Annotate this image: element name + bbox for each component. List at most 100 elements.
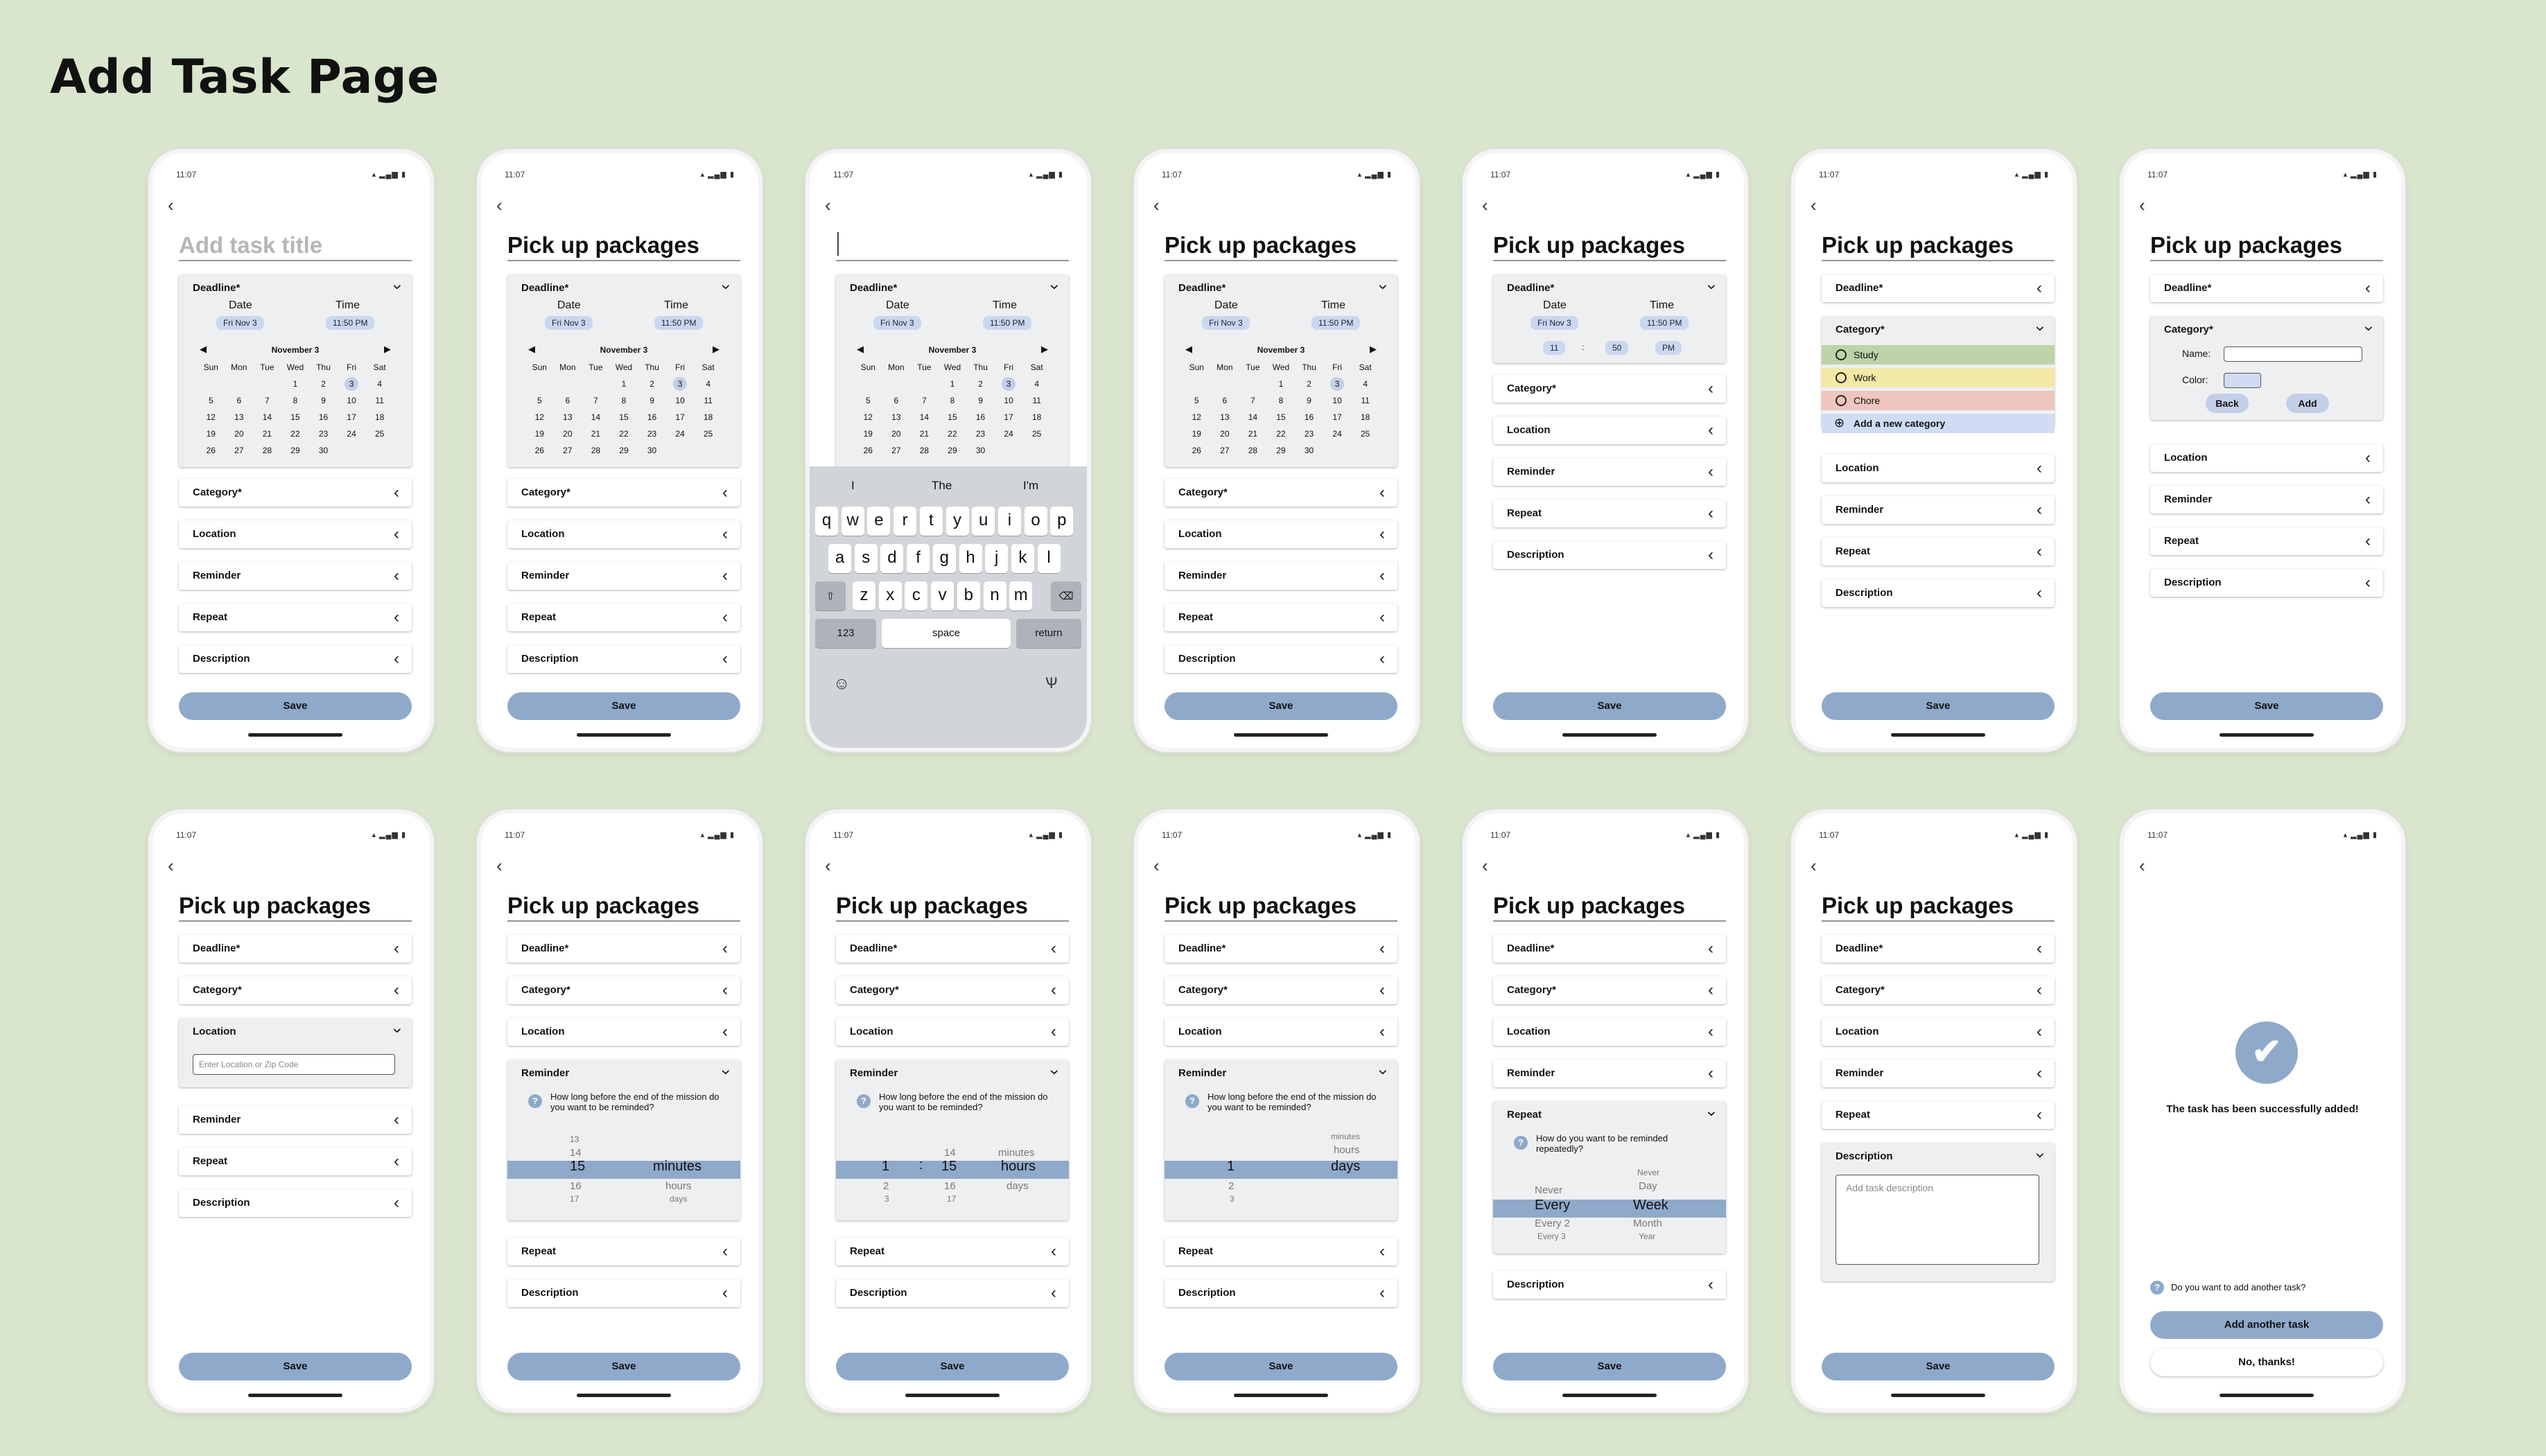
calendar-day[interactable]: 30 (309, 442, 338, 459)
picker-minute[interactable]: 15 (941, 1159, 957, 1175)
calendar-day[interactable]: 18 (694, 409, 722, 426)
key-u[interactable]: u (972, 507, 995, 536)
calendar-day[interactable]: 20 (225, 426, 254, 442)
time-pill[interactable]: 11:50 PM (654, 316, 704, 330)
calendar-day[interactable]: 24 (1323, 426, 1352, 442)
reminder-row[interactable]: Reminder ‹ (1493, 1060, 1726, 1087)
no-thanks-button[interactable]: No, thanks! (2150, 1349, 2383, 1376)
calendar-day[interactable]: 9 (1295, 392, 1323, 409)
reminder-row[interactable]: Reminder ‹ (2150, 486, 2383, 514)
category-option-chore[interactable]: Chore (1822, 391, 2055, 410)
calendar-day[interactable]: 15 (610, 409, 638, 426)
calendar-day[interactable]: 29 (281, 442, 310, 459)
calendar-day[interactable]: 27 (554, 442, 582, 459)
save-button[interactable]: Save (1822, 1353, 2055, 1380)
back-button[interactable]: ‹ (1811, 855, 1817, 877)
calendar-day[interactable]: 7 (253, 392, 281, 409)
chevron-down-icon[interactable]: ‹ (715, 1069, 735, 1075)
calendar-day[interactable]: 14 (582, 409, 610, 426)
picker-number[interactable]: 16 (570, 1180, 582, 1192)
picker-unit[interactable]: hours (1334, 1144, 1360, 1156)
picker-unit[interactable]: hours (1001, 1159, 1036, 1175)
calendar-day[interactable]: 21 (910, 426, 939, 442)
reminder-row[interactable]: Reminder ‹ (1822, 496, 2055, 524)
calendar-day[interactable]: 9 (309, 392, 338, 409)
reminder-row[interactable]: Reminder ‹ (507, 562, 740, 590)
calendar-day[interactable]: 10 (666, 392, 695, 409)
location-row[interactable]: Location ‹ (1165, 1018, 1397, 1046)
task-title[interactable]: Pick up packages (836, 890, 1069, 922)
chevron-down-icon[interactable]: ‹ (1701, 1111, 1720, 1116)
calendar-day[interactable]: 9 (638, 392, 666, 409)
calendar-day[interactable]: 9 (966, 392, 995, 409)
calendar-day[interactable]: 4 (365, 376, 394, 392)
picker-hour[interactable]: 2 (883, 1180, 889, 1192)
deadline-row[interactable]: Deadline* ‹ (2150, 274, 2383, 302)
calendar-day[interactable]: 13 (225, 409, 254, 426)
calendar-day[interactable]: 1 (610, 376, 638, 392)
ampm-pill[interactable]: PM (1655, 341, 1682, 355)
suggestion-0[interactable]: I (851, 479, 855, 493)
calendar-day[interactable]: 24 (995, 426, 1023, 442)
next-month-icon[interactable]: ▶ (1041, 344, 1048, 355)
calendar-day[interactable]: 7 (1239, 392, 1267, 409)
calendar-day[interactable]: 17 (666, 409, 695, 426)
calendar-day[interactable]: 21 (253, 426, 281, 442)
key-k[interactable]: k (1011, 544, 1034, 573)
key-r[interactable]: r (893, 507, 917, 536)
location-input[interactable]: Enter Location or Zip Code (193, 1054, 395, 1075)
calendar-day[interactable]: 24 (338, 426, 366, 442)
calendar-day[interactable]: 22 (281, 426, 310, 442)
chevron-down-icon[interactable]: ‹ (1372, 1069, 1392, 1075)
date-pill[interactable]: Fri Nov 3 (545, 316, 593, 330)
calendar-day[interactable]: 1 (1267, 376, 1296, 392)
date-pill[interactable]: Fri Nov 3 (1531, 316, 1578, 330)
calendar-day[interactable]: 16 (309, 409, 338, 426)
back-button[interactable]: ‹ (1482, 855, 1488, 877)
picker-number[interactable]: 14 (570, 1147, 582, 1159)
date-pill[interactable]: Fri Nov 3 (873, 316, 921, 330)
next-month-icon[interactable]: ▶ (1370, 344, 1377, 355)
location-row[interactable]: Location ‹ (179, 520, 412, 548)
task-title[interactable]: Pick up packages (507, 890, 740, 922)
deadline-row[interactable]: Deadline* ‹ (836, 935, 1069, 963)
calendar-day[interactable]: 11 (1351, 392, 1379, 409)
location-row[interactable]: Location ‹ (1165, 520, 1397, 548)
task-title[interactable]: Pick up packages (1493, 890, 1726, 922)
calendar-day[interactable]: 6 (225, 392, 254, 409)
calendar-day[interactable]: 7 (910, 392, 939, 409)
hour-pill[interactable]: 11 (1543, 341, 1566, 355)
picker-unit[interactable]: minutes (653, 1159, 701, 1175)
space-key[interactable]: space (882, 619, 1011, 648)
repeat-row[interactable]: Repeat ‹ (836, 1238, 1069, 1265)
calendar-day[interactable]: 14 (1239, 409, 1267, 426)
save-button[interactable]: Save (1165, 692, 1397, 720)
location-row[interactable]: Location ‹ (1822, 1018, 2055, 1046)
repeat-left-option[interactable]: Every 3 (1537, 1231, 1566, 1241)
calendar-day[interactable]: 23 (638, 426, 666, 442)
calendar-day[interactable]: 2 (1295, 376, 1323, 392)
save-button[interactable]: Save (1822, 692, 2055, 720)
calendar-day[interactable]: 29 (610, 442, 638, 459)
key-e[interactable]: e (867, 507, 891, 536)
calendar-day[interactable]: 22 (939, 426, 967, 442)
calendar-day[interactable]: 29 (939, 442, 967, 459)
calendar-day[interactable]: 22 (1267, 426, 1296, 442)
category-option-work[interactable]: Work (1822, 368, 2055, 387)
back-button[interactable]: ‹ (1482, 195, 1488, 216)
task-title[interactable]: Pick up packages (179, 890, 412, 922)
category-option-study[interactable]: Study (1822, 345, 2055, 365)
calendar-day[interactable]: 3 (338, 376, 366, 392)
back-button[interactable]: ‹ (825, 855, 831, 877)
calendar-day[interactable]: 6 (882, 392, 911, 409)
calendar-day[interactable]: 4 (1351, 376, 1379, 392)
key-b[interactable]: b (957, 581, 980, 611)
calendar-day[interactable]: 13 (882, 409, 911, 426)
repeat-row[interactable]: Repeat ‹ (1165, 1238, 1397, 1265)
calendar-day[interactable]: 5 (1183, 392, 1211, 409)
calendar-day[interactable]: 8 (939, 392, 967, 409)
microphone-icon[interactable]: Ѱ (1045, 674, 1058, 692)
repeat-row[interactable]: Repeat ‹ (179, 604, 412, 631)
calendar-day[interactable]: 1 (939, 376, 967, 392)
description-row[interactable]: Description ‹ (507, 645, 740, 673)
